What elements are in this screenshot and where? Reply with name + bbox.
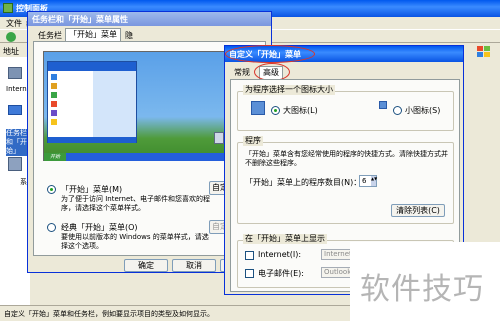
small-icon-preview <box>379 101 387 109</box>
left-pane: Intern 任务栏和「开始」 系 <box>0 57 30 305</box>
back-button-icon[interactable] <box>6 32 16 42</box>
programs-group-title: 程序 <box>243 136 263 146</box>
preview-tour-icon <box>51 110 57 116</box>
cancel-button[interactable]: 取消 <box>172 259 216 272</box>
preview-media-icon <box>51 101 57 107</box>
title-highlight-ellipse <box>225 45 315 63</box>
start-menu-preview: 开始 <box>43 51 237 161</box>
preview-ie-icon <box>51 74 57 80</box>
xp-flag-green <box>484 46 490 51</box>
tab-start-menu[interactable]: 「开始」菜单 <box>65 28 121 41</box>
programs-count-label: 「开始」菜单上的程序数目(N)： <box>245 178 362 187</box>
large-icon-label[interactable]: 大图标(L) <box>283 105 318 116</box>
spinner-arrows-icon[interactable]: ▲▼ <box>371 176 377 186</box>
preview-outlook-icon <box>51 83 57 89</box>
tab-general[interactable]: 常规 <box>231 67 253 79</box>
address-label: 地址 <box>3 47 19 56</box>
radio-classic-menu[interactable] <box>47 223 56 232</box>
system-icon[interactable] <box>8 157 22 171</box>
small-icon-label[interactable]: 小图标(S) <box>405 105 440 116</box>
preview-menu-right <box>93 71 136 137</box>
preview-start-button: 开始 <box>44 153 66 161</box>
radio-large-icon[interactable] <box>271 106 280 115</box>
xp-flag-red <box>477 46 483 51</box>
option-start-label[interactable]: 「开始」菜单(M) <box>61 184 122 195</box>
email-label[interactable]: 电子邮件(E): <box>258 268 304 279</box>
preview-menu <box>47 61 137 143</box>
internet-checkbox[interactable] <box>245 251 254 260</box>
watermark-panel: 软件技巧 <box>350 242 500 321</box>
programs-description: 「开始」菜单含有您经常使用的程序的快捷方式。清除快捷方式并不删除这些程序。 <box>245 150 448 167</box>
programs-count-value: 6 <box>362 177 367 185</box>
xp-flag-blue <box>477 52 483 57</box>
email-checkbox[interactable] <box>245 269 254 278</box>
preview-recycle-bin-icon <box>214 132 224 144</box>
taskbar-icon[interactable] <box>8 105 22 115</box>
computer-icon[interactable] <box>8 67 22 79</box>
radio-small-icon[interactable] <box>393 106 402 115</box>
preview-menu-footer <box>48 137 136 143</box>
left-item-system[interactable]: 系 <box>20 177 27 187</box>
xp-logo <box>477 46 491 58</box>
radio-start-menu[interactable] <box>47 185 56 194</box>
status-text: 自定义「开始」菜单和任务栏，例如要显示项目的类型及如何显示。 <box>4 310 214 318</box>
option-classic-label[interactable]: 经典「开始」菜单(O) <box>61 222 138 233</box>
watermark-text: 软件技巧 <box>360 272 484 307</box>
programs-count-spinner[interactable]: 6 ▲▼ <box>359 175 377 187</box>
option-classic-desc: 要使用以前版本的 Windows 的菜单样式，请选择这个选项。 <box>61 233 209 250</box>
preview-files-icon <box>51 119 57 125</box>
icon-size-group-title: 为程序选择一个图标大小 <box>243 85 335 95</box>
option-start-desc: 为了便于访问 Internet、电子邮件和您喜欢的程序，请选择这个菜单样式。 <box>61 195 211 212</box>
preview-taskbar: 开始 <box>44 153 236 161</box>
xp-flag-yellow <box>484 52 490 57</box>
preview-menu-header <box>48 62 136 71</box>
show-on-start-group-title: 在「开始」菜单上显示 <box>243 234 327 244</box>
ok-button[interactable]: 确定 <box>124 259 168 272</box>
large-icon-preview <box>251 101 265 115</box>
internet-label[interactable]: Internet(I): <box>258 250 301 259</box>
clear-list-button[interactable]: 清除列表(C) <box>391 204 445 217</box>
taskbar-dialog-title: 任务栏和「开始」菜单属性 <box>32 15 128 24</box>
left-item-internet[interactable]: Intern <box>6 85 27 93</box>
taskbar-dialog-titlebar: 任务栏和「开始」菜单属性 <box>28 12 271 26</box>
control-panel-icon <box>3 3 13 13</box>
preview-msn-icon <box>51 92 57 98</box>
menu-file[interactable]: 文件 <box>6 18 22 29</box>
